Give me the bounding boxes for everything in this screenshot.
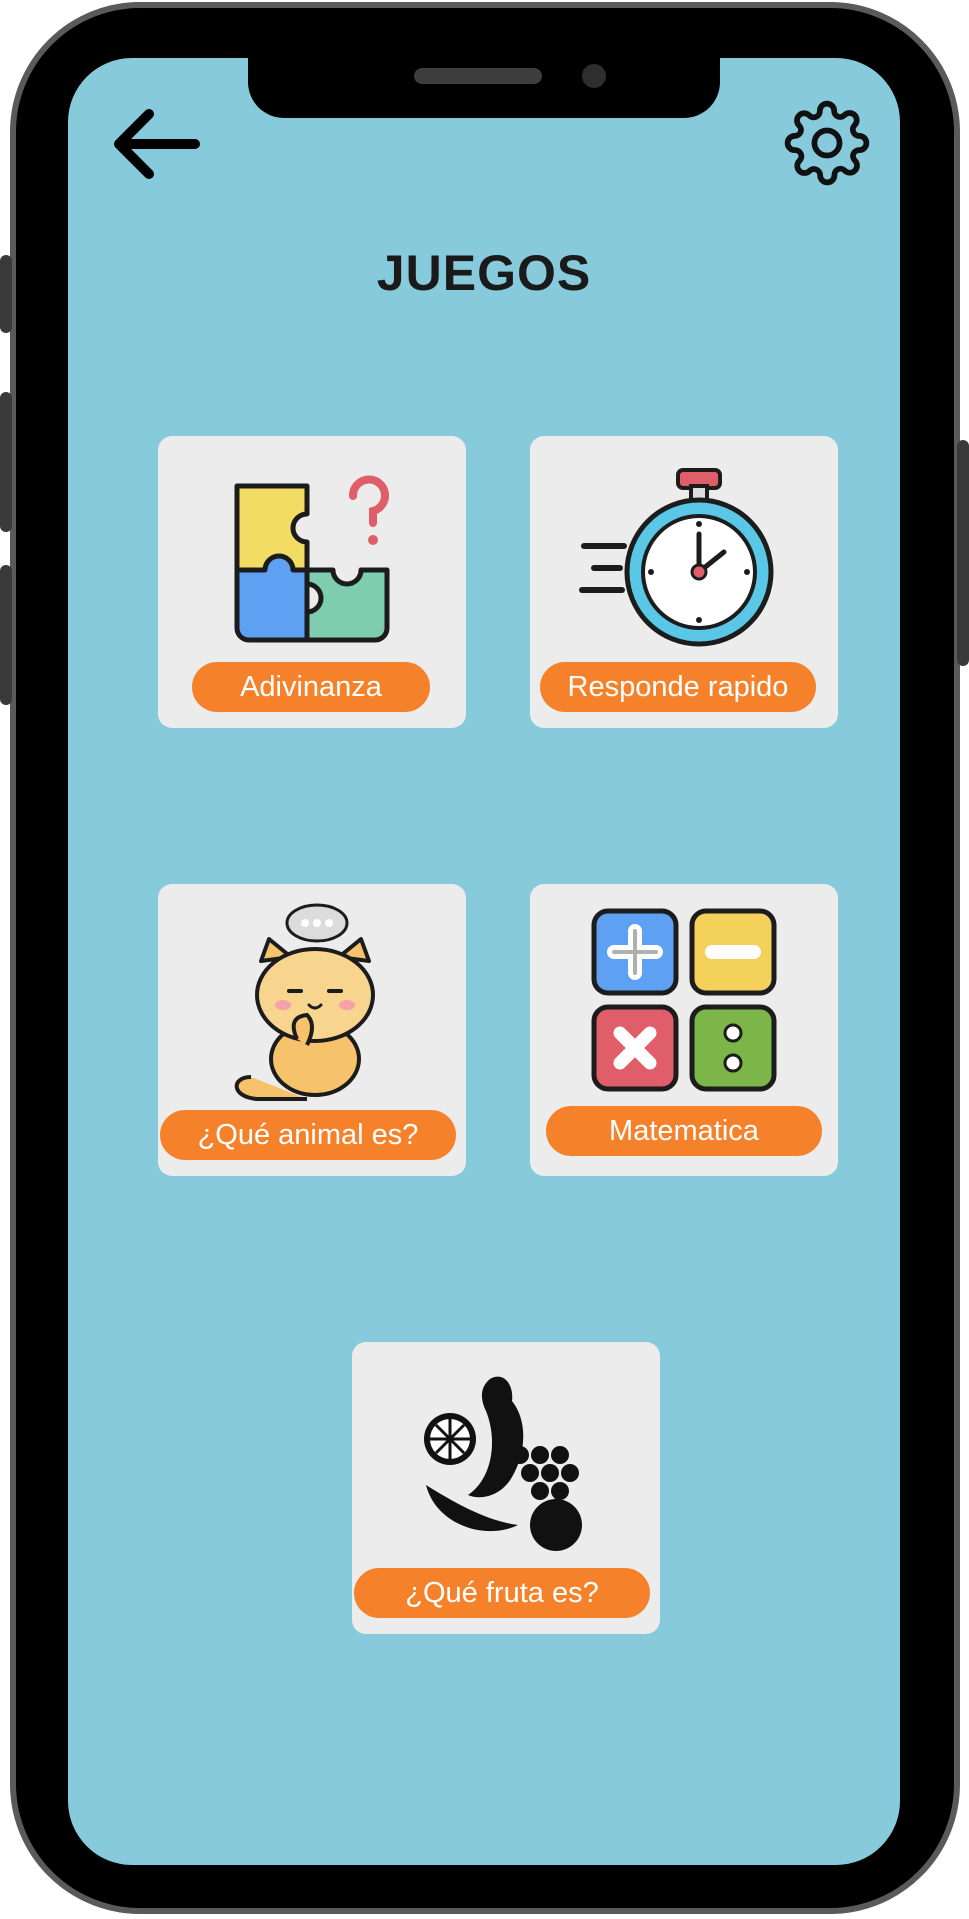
cat-icon (158, 884, 466, 1124)
game-label: Adivinanza (192, 662, 430, 712)
game-label: Matematica (546, 1106, 822, 1156)
phone-side-button-silent (0, 255, 12, 333)
game-card-adivinanza[interactable]: Adivinanza (158, 436, 466, 728)
back-button[interactable] (108, 102, 204, 186)
stopwatch-icon (530, 436, 838, 676)
game-label: ¿Qué fruta es? (354, 1568, 650, 1618)
game-card-que-fruta-es[interactable]: ¿Qué fruta es? (352, 1342, 660, 1634)
notch (248, 58, 720, 118)
game-card-matematica[interactable]: Matematica (530, 884, 838, 1176)
front-camera (582, 64, 606, 88)
fruits-icon (352, 1342, 660, 1582)
speaker-grille (414, 68, 542, 84)
settings-button[interactable] (782, 98, 872, 188)
game-label: Responde rapido (540, 662, 816, 712)
phone-side-button-volume-up (0, 392, 12, 532)
puzzle-question-icon (158, 436, 466, 676)
arrow-left-icon (114, 109, 200, 179)
gear-icon (784, 100, 870, 186)
page-title: JUEGOS (376, 245, 592, 301)
game-card-que-animal-es[interactable]: ¿Qué animal es? (158, 884, 466, 1176)
app-screen: JUEGOS Adivinanza Responde rapido ¿Qué a… (68, 58, 900, 1865)
game-label: ¿Qué animal es? (160, 1110, 456, 1160)
game-card-responde-rapido[interactable]: Responde rapido (530, 436, 838, 728)
math-operations-icon (530, 884, 838, 1114)
phone-side-button-power (957, 440, 969, 666)
phone-side-button-volume-down (0, 565, 12, 705)
